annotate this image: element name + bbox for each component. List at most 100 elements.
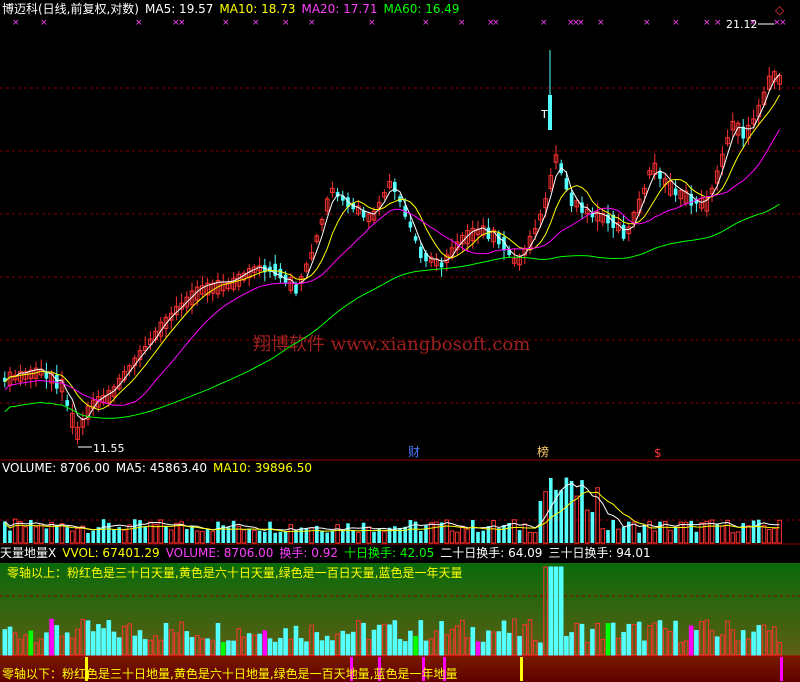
volume-bar: [241, 529, 247, 544]
volume-bar: [449, 530, 455, 544]
volume-bar: [86, 532, 90, 543]
volume-bar: [351, 530, 355, 543]
signal-marker: ×: [368, 18, 376, 28]
diamond-icon[interactable]: ◇: [775, 3, 785, 17]
price-panel[interactable]: [0, 0, 800, 460]
volume-bar: [190, 525, 194, 543]
indicator-bar: [626, 623, 632, 656]
note-below-zero: 零轴以下：粉红色是三十日地量,黄色是六十日地量,绿色是一百天地量,蓝色是一年地量: [2, 667, 458, 681]
volume-bar: [387, 527, 392, 543]
volume-bar: [761, 525, 767, 544]
volume-bar: [335, 524, 340, 544]
event-dividend-icon[interactable]: $: [654, 446, 662, 460]
volume-bar: [65, 527, 69, 543]
indicator-bar: [590, 628, 595, 656]
volume-bar: [148, 521, 153, 544]
volume-bar: [205, 528, 210, 543]
volume-bar: [122, 529, 127, 544]
signal-marker: ×: [178, 18, 186, 28]
indicator-bar: [215, 623, 221, 656]
volume-bar: [23, 526, 28, 544]
indicator-bar: [475, 641, 481, 656]
indicator-bar: [49, 618, 54, 656]
indicator-bar: [756, 625, 762, 656]
volume-bar: [366, 526, 372, 544]
indicator-bar: [330, 640, 335, 656]
volume-bar: [320, 530, 324, 543]
indicator-bar: [423, 640, 429, 656]
indicator-bar: [350, 631, 356, 656]
volume-bar: [138, 520, 142, 543]
indicator-low-marker: [780, 657, 783, 681]
indicator-bar: [387, 624, 392, 656]
indicator-name[interactable]: 天量地量X: [0, 546, 56, 560]
indicator-bar: [283, 628, 288, 656]
indicator-bar: [501, 620, 507, 656]
signal-marker: ×: [222, 18, 230, 28]
indicator-bar: [486, 630, 491, 656]
indicator-bar: [142, 639, 148, 656]
indicator-bar: [137, 630, 143, 656]
indicator-bar: [44, 632, 49, 656]
volume-bar: [491, 519, 496, 544]
indicator-bar: [54, 625, 60, 656]
signal-marker: ×: [458, 18, 466, 28]
volume-bar: [497, 528, 501, 543]
signal-marker: ×: [40, 18, 48, 28]
indicator-bar: [506, 632, 512, 656]
turnover-10d: 十日换手: 42.05: [344, 546, 435, 560]
volume-value: VOLUME: 8706.00: [2, 461, 110, 475]
volume-bar: [49, 521, 54, 544]
volume-bar: [611, 519, 615, 543]
volume-bar: [257, 530, 262, 543]
indicator-bar: [610, 622, 616, 656]
volume-bar: [439, 522, 444, 543]
signal-marker: ×: [308, 18, 316, 28]
indicator-bar: [558, 566, 564, 656]
signal-marker: ×: [12, 18, 20, 28]
candle-body-down: [393, 182, 397, 192]
indicator-bar: [517, 636, 522, 656]
volume-bar: [532, 532, 538, 544]
volume-bars[interactable]: [3, 477, 782, 544]
volume-bar: [757, 519, 761, 543]
volume-ma5: MA5: 45863.40: [115, 461, 208, 475]
event-financial-icon[interactable]: 财: [408, 445, 420, 459]
volume-bar: [419, 531, 423, 543]
volume-bar: [346, 523, 350, 543]
volume-bar: [164, 526, 168, 543]
candle-body-down: [278, 268, 283, 279]
volume-bar: [569, 480, 574, 543]
turnover-30d: 三十日换手: 94.01: [548, 546, 651, 560]
candle-body-down: [439, 262, 444, 268]
volume-bar: [372, 531, 376, 543]
volume-bar: [268, 521, 272, 543]
indicator-bar: [371, 629, 377, 656]
volume-bar: [642, 525, 647, 543]
indicator-bar: [293, 625, 299, 656]
volume-bar: [715, 524, 719, 543]
volume-bar: [631, 521, 637, 544]
volume-bar: [247, 528, 251, 543]
ma20-value: MA20: 17.71: [301, 2, 378, 16]
indicator-bar: [314, 632, 320, 656]
indicator-bar: [220, 642, 226, 656]
note-above-zero: 零轴以上：粉红色是三十日天量,黄色是六十日天量,绿色是一百日天量,蓝色是一年天量: [7, 566, 463, 580]
volume-bar: [153, 524, 158, 544]
volume-bar: [772, 527, 777, 544]
volume-bar: [216, 521, 220, 543]
event-ranking-icon[interactable]: 榜: [537, 444, 549, 459]
volume-bar: [44, 528, 49, 543]
turnover-value: 换手: 0.92: [279, 546, 338, 560]
volume-bar: [766, 528, 772, 544]
volume-bar: [699, 522, 704, 544]
volume-bar: [127, 524, 132, 544]
volume-bar: [273, 532, 277, 543]
watermark: 翔博软件 www.xiangbosoft.com: [253, 334, 530, 355]
volume-bar: [730, 532, 736, 544]
indicator-bar: [298, 638, 304, 656]
indicator-bar: [246, 633, 252, 656]
signal-marker: ×: [643, 18, 651, 28]
candle-body-down: [673, 188, 678, 196]
volume-bar: [283, 531, 288, 543]
